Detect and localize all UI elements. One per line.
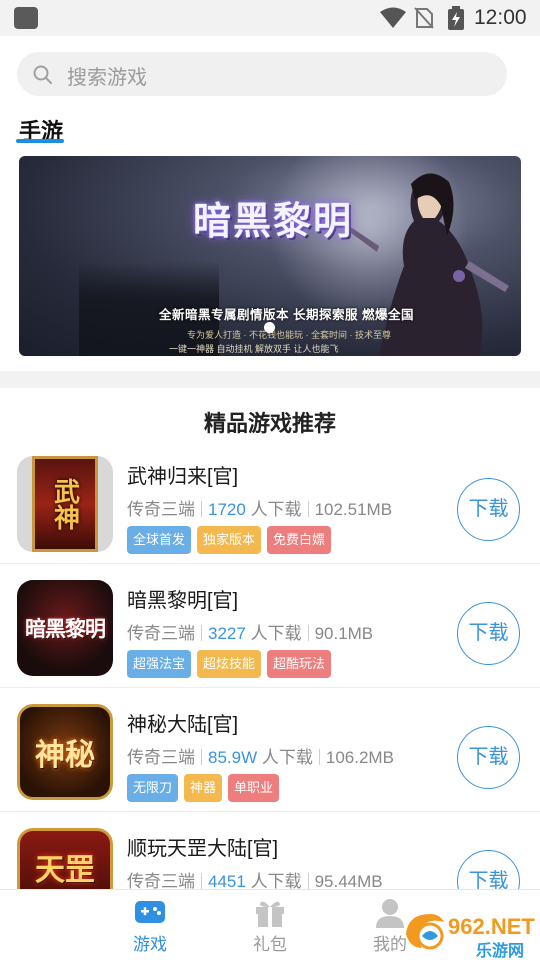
search-input[interactable]: 搜索游戏	[17, 52, 507, 96]
game-category: 传奇三端	[127, 748, 195, 767]
meta-separator	[201, 501, 202, 517]
meta-separator	[307, 873, 309, 889]
game-download-count: 1720	[208, 500, 246, 519]
game-meta: 传奇三端 1720 人下载 102.51MB	[127, 495, 392, 520]
carousel-indicator[interactable]	[264, 322, 275, 333]
banner-title: 暗黑黎明	[193, 198, 354, 243]
game-download-count: 85.9W	[208, 748, 258, 767]
game-name: 神秘大陆[官]	[127, 714, 239, 736]
game-tags: 超强法宝 超炫技能 超酷玩法	[127, 650, 332, 678]
game-icon[interactable]: 武神	[17, 456, 113, 552]
game-name: 暗黑黎明[官]	[127, 590, 239, 612]
game-tag: 独家版本	[197, 526, 262, 554]
game-size: 90.1MB	[314, 624, 374, 643]
download-button[interactable]: 下载	[457, 478, 520, 541]
tab-games[interactable]: 游戏	[90, 890, 210, 960]
banner-subtitle: 全新暗黑专属剧情版本 长期探索服 燃爆全国	[159, 308, 414, 322]
section-divider	[0, 371, 540, 388]
game-icon-art: 神秘	[17, 704, 113, 800]
game-tags: 全球首发 独家版本 免费白嫖	[127, 526, 332, 554]
banner-tagline-2: 一键一神器 自动挂机 解放双手 让人也能飞	[169, 344, 339, 354]
meta-separator	[201, 749, 202, 765]
game-list-item[interactable]: 武神 武神归来[官] 传奇三端 1720 人下载 102.51MB 全球首发 独家版…	[0, 440, 540, 564]
game-tag: 免费白嫖	[267, 526, 332, 554]
game-download-suffix: 人下载	[261, 748, 313, 767]
game-tag: 无限刀	[127, 774, 179, 802]
app-notification-icon	[14, 7, 38, 29]
gift-icon	[256, 901, 284, 927]
search-placeholder: 搜索游戏	[67, 67, 147, 89]
tab-gifts[interactable]: 礼包	[210, 890, 330, 960]
game-tag: 单职业	[228, 774, 280, 802]
clock-time: 12:00	[474, 6, 527, 29]
game-icon[interactable]: 暗黑黎明	[17, 580, 113, 676]
game-name: 武神归来[官]	[127, 466, 239, 488]
game-list-item[interactable]: 神秘 神秘大陆[官] 传奇三端 85.9W 人下载 106.2MB 无限刀 神器 单…	[0, 688, 540, 812]
game-name: 顺玩天罡大陆[官]	[127, 838, 279, 860]
meta-separator	[318, 749, 320, 765]
game-tag: 超强法宝	[127, 650, 192, 678]
game-tag: 超酷玩法	[267, 650, 332, 678]
status-bar: 12:00	[0, 0, 540, 36]
game-download-count: 3227	[208, 624, 246, 643]
download-button[interactable]: 下载	[457, 602, 520, 665]
meta-separator	[201, 625, 202, 641]
promo-banner[interactable]: 暗黑黎明 全新暗黑专属剧情版本 长期探索服 燃爆全国 专为爱人打造 · 不花钱也…	[19, 156, 521, 356]
game-icon-art: 暗黑黎明	[17, 580, 113, 676]
game-category: 传奇三端	[127, 500, 195, 519]
game-icon-art: 武神	[32, 456, 98, 552]
watermark-logo: 962.NET 乐游网	[406, 914, 535, 960]
no-sim-icon	[414, 7, 434, 29]
game-list-item[interactable]: 暗黑黎明 暗黑黎明[官] 传奇三端 3227 人下载 90.1MB 超强法宝 超炫技…	[0, 564, 540, 688]
meta-separator	[307, 625, 309, 641]
game-download-suffix: 人下载	[250, 624, 302, 643]
recommend-title: 精品游戏推荐	[203, 411, 336, 436]
tab-label: 礼包	[253, 935, 287, 954]
banner-tagline-1: 专为爱人打造 · 不花钱也能玩 · 全套时间 · 技术至尊	[187, 330, 391, 340]
watermark-brand: 962.NET	[448, 914, 535, 939]
game-size: 102.51MB	[314, 500, 393, 519]
wifi-icon	[380, 7, 406, 28]
gamepad-icon	[135, 901, 165, 923]
game-icon[interactable]: 神秘	[17, 704, 113, 800]
download-button[interactable]: 下载	[457, 726, 520, 789]
search-icon	[33, 65, 52, 84]
meta-separator	[307, 501, 309, 517]
game-download-suffix: 人下载	[250, 500, 302, 519]
tab-label: 游戏	[133, 935, 167, 954]
game-tag: 神器	[184, 774, 223, 802]
game-tag: 超炫技能	[197, 650, 262, 678]
game-category: 传奇三端	[127, 624, 195, 643]
game-tags: 无限刀 神器 单职业	[127, 774, 280, 802]
site-watermark: 962.NET 乐游网	[400, 908, 540, 960]
game-meta: 传奇三端 3227 人下载 90.1MB	[127, 619, 373, 644]
watermark-site: 乐游网	[476, 941, 524, 960]
section-underline	[16, 139, 64, 143]
game-size: 106.2MB	[325, 748, 394, 767]
battery-charging-icon	[448, 6, 464, 30]
meta-separator	[201, 873, 202, 889]
game-tag: 全球首发	[127, 526, 192, 554]
game-meta: 传奇三端 85.9W 人下载 106.2MB	[127, 743, 394, 768]
